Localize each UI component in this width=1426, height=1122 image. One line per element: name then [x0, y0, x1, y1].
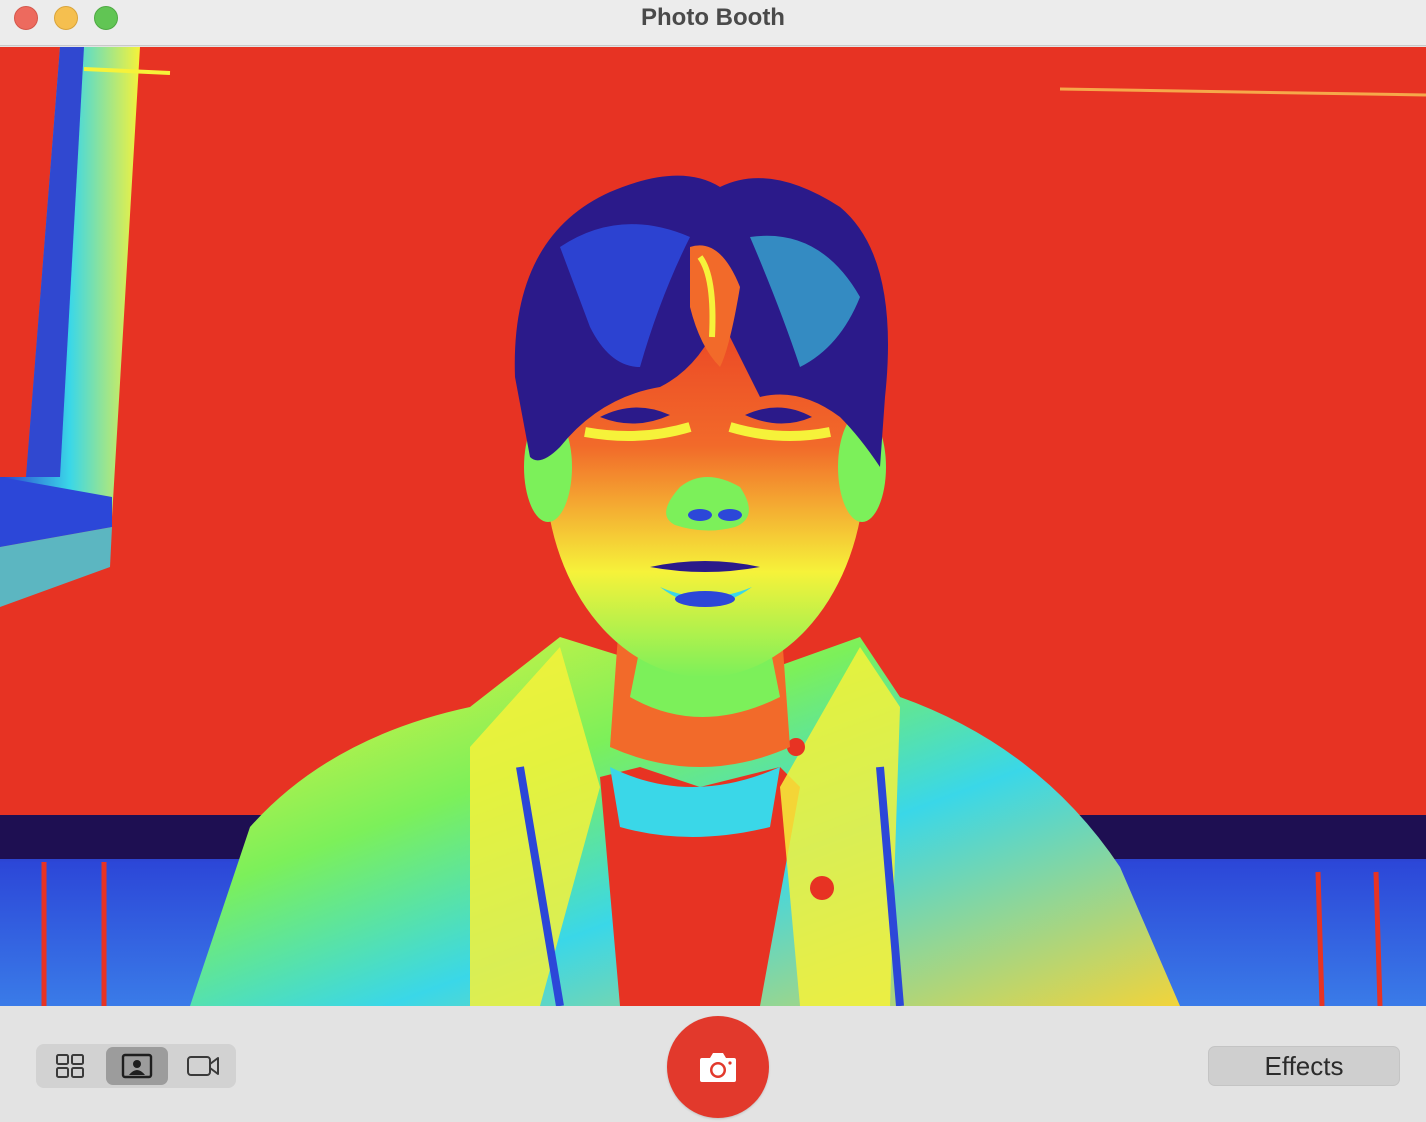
- view-mode-selector: [36, 1044, 236, 1088]
- take-photo-button[interactable]: [667, 1016, 769, 1118]
- grid-icon[interactable]: [39, 1047, 101, 1085]
- camera-preview: [0, 47, 1426, 1006]
- effects-button[interactable]: Effects: [1208, 1046, 1400, 1086]
- photo-booth-window: Photo Booth Effects: [0, 0, 1426, 1122]
- bottom-toolbar: Effects: [0, 1006, 1426, 1122]
- photo-portrait-icon[interactable]: [106, 1047, 168, 1085]
- camera-icon: [700, 1053, 736, 1082]
- window-title: Photo Booth: [641, 4, 785, 31]
- title-bar: Photo Booth: [0, 0, 1426, 46]
- video-camera-icon[interactable]: [172, 1047, 234, 1085]
